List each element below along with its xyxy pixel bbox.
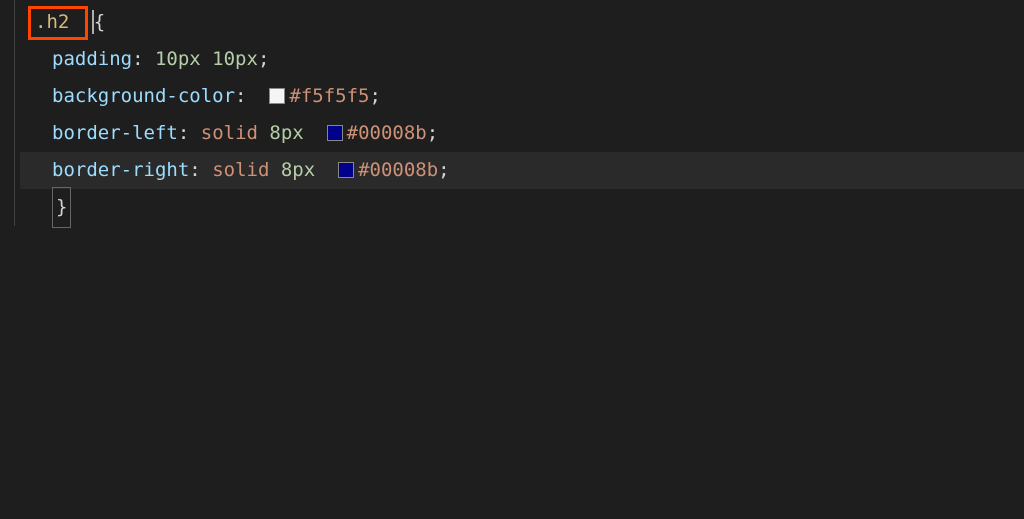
code-area[interactable]: .h2 { padding: 10px 10px; background-col… [20, 0, 1024, 519]
code-line-bgcolor[interactable]: background-color: #f5f5f5; [20, 78, 1024, 115]
css-property: border-left [52, 115, 178, 152]
color-swatch-icon[interactable] [327, 125, 343, 141]
css-property: padding [52, 41, 132, 78]
gutter [0, 0, 20, 519]
close-brace: } [52, 187, 71, 228]
selection-highlight-box: .h2 [28, 6, 88, 40]
css-value: 10px 10px [155, 41, 258, 78]
code-line-border-left[interactable]: border-left: solid 8px #00008b; [20, 115, 1024, 152]
css-keyword: solid [201, 115, 258, 152]
css-property: background-color [52, 78, 235, 115]
code-line-border-right[interactable]: border-right: solid 8px #00008b; [20, 152, 1024, 189]
css-value: #00008b [347, 115, 427, 152]
indent-guide [14, 0, 15, 226]
css-size: 8px [269, 115, 303, 152]
text-cursor [92, 10, 94, 34]
code-line-selector[interactable]: .h2 { [20, 4, 1024, 41]
color-swatch-icon[interactable] [269, 88, 285, 104]
css-keyword: solid [212, 152, 269, 189]
open-brace: { [94, 4, 105, 41]
css-selector: .h2 [35, 4, 69, 41]
css-value: #f5f5f5 [289, 78, 369, 115]
css-property: border-right [52, 152, 189, 189]
css-size: 8px [281, 152, 315, 189]
code-editor[interactable]: .h2 { padding: 10px 10px; background-col… [0, 0, 1024, 519]
color-swatch-icon[interactable] [338, 162, 354, 178]
code-line-padding[interactable]: padding: 10px 10px; [20, 41, 1024, 78]
css-value: #00008b [358, 152, 438, 189]
code-line-close[interactable]: } [20, 189, 1024, 226]
